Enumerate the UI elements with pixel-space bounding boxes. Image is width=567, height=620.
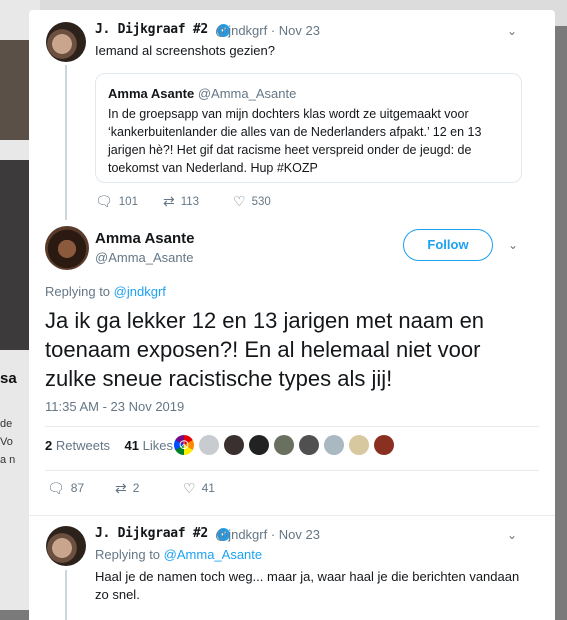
- avatar[interactable]: [249, 435, 269, 455]
- avatar[interactable]: [374, 435, 394, 455]
- retweet-icon: ⇄: [163, 193, 175, 209]
- retweets-stat[interactable]: 2 Retweets: [45, 438, 110, 453]
- quoted-author-handle: @Amma_Asante: [197, 86, 297, 101]
- retweet-button[interactable]: ⇄ 113: [163, 193, 199, 210]
- engagement-stats: 2 Retweets 41 Likes: [45, 438, 173, 453]
- peace-sign-avatar[interactable]: ☮: [174, 435, 194, 455]
- tweet-text: Ja ik ga lekker 12 en 13 jarigen met naa…: [45, 308, 485, 391]
- retweet-count: 113: [180, 196, 200, 208]
- replying-to: Replying to @jndkgrf: [45, 284, 166, 299]
- timestamp[interactable]: 11:35 AM - 23 Nov 2019: [45, 399, 184, 414]
- retweet-icon: ⇄: [115, 480, 127, 496]
- reply-button[interactable]: 🗨︎ 101: [95, 193, 138, 210]
- likes-stat[interactable]: 41 Likes: [125, 438, 173, 453]
- quoted-tweet[interactable]: Amma Asante @Amma_Asante In de groepsapp…: [95, 73, 522, 183]
- replying-to-label: Replying to: [45, 284, 111, 299]
- replying-to-link[interactable]: @Amma_Asante: [164, 547, 262, 562]
- like-total: 41: [124, 438, 139, 453]
- chevron-down-icon[interactable]: ⌄: [507, 528, 517, 542]
- avatar[interactable]: [299, 435, 319, 455]
- author-name-text: J. Dijkgraaf #2: [95, 526, 208, 541]
- likes-label: Likes: [142, 438, 173, 453]
- divider: [45, 426, 539, 427]
- follow-button[interactable]: Follow: [403, 229, 493, 261]
- tweet-text: Haal je de namen toch weg... maar ja, wa…: [95, 569, 520, 602]
- handle-time[interactable]: @jndkgrf · Nov 23: [215, 23, 320, 38]
- tweet-modal: J. Dijkgraaf #2 ✔ @jndkgrf · Nov 23 ⌄ Ie…: [29, 10, 555, 620]
- replying-to-label: Replying to: [95, 547, 161, 562]
- tweet-text: Iemand al screenshots gezien?: [95, 43, 275, 58]
- heart-icon: ♡: [183, 480, 196, 496]
- background-text: de: [0, 418, 13, 430]
- author-name[interactable]: Amma Asante: [95, 230, 194, 247]
- quoted-author: Amma Asante @Amma_Asante: [108, 86, 296, 101]
- chevron-down-icon[interactable]: ⌄: [508, 238, 518, 252]
- divider: [29, 515, 555, 516]
- replying-to: Replying to @Amma_Asante: [95, 547, 262, 562]
- quoted-author-name: Amma Asante: [108, 86, 195, 101]
- heart-icon: ♡: [233, 193, 246, 209]
- avatar[interactable]: [224, 435, 244, 455]
- background-text: a n: [0, 454, 16, 466]
- like-count: 530: [251, 196, 271, 208]
- avatar[interactable]: [46, 22, 86, 62]
- avatar[interactable]: [199, 435, 219, 455]
- background-text: sa: [0, 370, 17, 387]
- reply-icon: 🗨︎: [95, 193, 113, 209]
- retweet-count: 2: [132, 481, 140, 495]
- thread-line: [65, 570, 67, 620]
- chevron-down-icon[interactable]: ⌄: [507, 24, 517, 38]
- background-text: Vo: [0, 436, 13, 448]
- default-avatar[interactable]: [324, 435, 344, 455]
- reply-icon: 🗨︎: [47, 480, 65, 496]
- author-name[interactable]: J. Dijkgraaf #2 ✔: [95, 526, 231, 541]
- author-name-text: J. Dijkgraaf #2: [95, 22, 208, 37]
- avatar[interactable]: [349, 435, 369, 455]
- reply-count: 101: [118, 196, 138, 208]
- like-button[interactable]: ♡ 530: [233, 193, 271, 210]
- like-button[interactable]: ♡ 41: [183, 480, 215, 497]
- avatar[interactable]: [46, 526, 86, 566]
- divider: [45, 470, 539, 471]
- retweets-label: Retweets: [55, 438, 111, 453]
- quoted-tweet-text: In de groepsapp van mijn dochters klas w…: [108, 107, 482, 175]
- reply-count: 87: [70, 481, 85, 495]
- author-handle[interactable]: @Amma_Asante: [95, 250, 193, 265]
- thread-line: [65, 65, 67, 220]
- handle-time[interactable]: @jndkgrf · Nov 23: [215, 527, 320, 542]
- author-name[interactable]: J. Dijkgraaf #2 ✔: [95, 22, 231, 37]
- reply-button[interactable]: 🗨︎ 87: [47, 480, 84, 497]
- avatar[interactable]: [274, 435, 294, 455]
- replying-to-link[interactable]: @jndkgrf: [114, 284, 166, 299]
- retweet-total: 2: [45, 438, 53, 453]
- retweet-button[interactable]: ⇄ 2: [115, 480, 139, 497]
- avatar[interactable]: [45, 226, 89, 270]
- like-count: 41: [201, 481, 215, 495]
